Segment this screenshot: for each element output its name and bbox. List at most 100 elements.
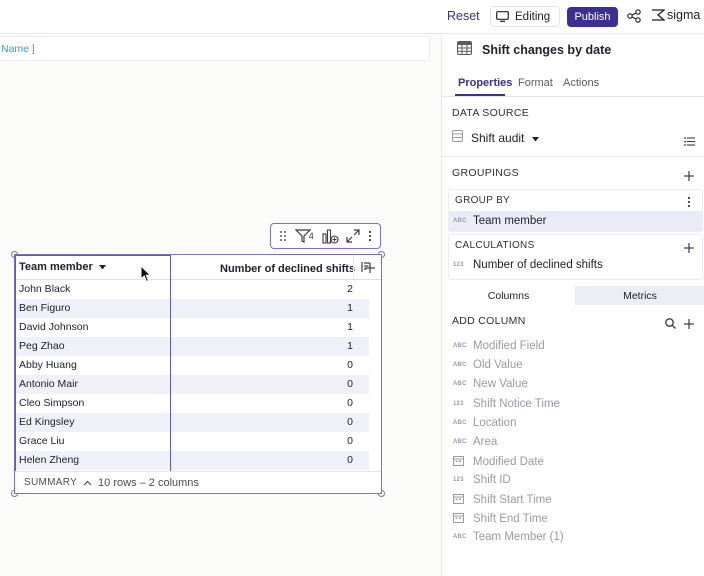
number-type-icon: 123 (453, 262, 464, 268)
search-icon[interactable] (665, 316, 676, 334)
publish-button[interactable]: Publish (567, 7, 618, 27)
field-label: Shift ID (473, 474, 511, 486)
caret-down-icon[interactable] (98, 261, 106, 273)
add-column-plus-icon[interactable] (365, 260, 375, 278)
field-item[interactable]: Shift Start Time (453, 493, 552, 506)
data-source-selector[interactable]: Shift audit (452, 130, 703, 145)
field-item[interactable]: Modified Date (453, 455, 544, 468)
calendar-icon (453, 455, 466, 468)
field-label: New Value (473, 378, 528, 390)
panel-title: Shift changes by date (457, 41, 611, 58)
groupings-label: GROUPINGS (452, 167, 519, 179)
field-item[interactable]: ABC Area (453, 436, 497, 448)
expand-icon[interactable] (346, 229, 360, 243)
cell-declined-shifts: 1 (347, 321, 353, 333)
divider (442, 156, 704, 157)
editing-label: Editing (515, 10, 551, 23)
name-field[interactable]: Name ] (0, 36, 430, 61)
field-label: Shift Notice Time (473, 398, 560, 410)
field-label: Location (473, 417, 517, 429)
reset-button[interactable]: Reset (447, 9, 480, 23)
tab-properties[interactable]: Properties (458, 77, 512, 89)
data-source-label: DATA SOURCE (452, 107, 530, 119)
summary-info: 10 rows – 2 columns (98, 476, 199, 489)
add-calculation-plus-icon[interactable] (684, 240, 694, 258)
table-header: Team member Number of declined shifts (15, 255, 381, 280)
tab-format[interactable]: Format (518, 77, 553, 89)
mouse-cursor-icon (140, 264, 152, 288)
table-row[interactable]: Ben Figuro 1 (15, 299, 369, 318)
table-row[interactable]: Ed Kingsley 0 (15, 413, 369, 432)
field-item[interactable]: ABC New Value (453, 378, 528, 390)
table-row[interactable]: Cleo Simpson 0 (15, 394, 369, 413)
cell-team-member: Ed Kingsley (19, 416, 75, 428)
data-table: Team member Number of declined shifts Jo… (14, 254, 382, 494)
sigma-logo-icon (651, 8, 665, 22)
column-header-label: Team member (19, 261, 93, 273)
add-column-plus-icon[interactable] (684, 316, 694, 334)
cell-declined-shifts: 0 (347, 397, 353, 409)
calculations-label: CALCULATIONS (455, 240, 535, 251)
cell-declined-shifts: 1 (347, 302, 353, 314)
chevron-up-icon[interactable] (83, 477, 92, 489)
calculation-item[interactable]: 123 Number of declined shifts (453, 259, 603, 271)
text-type-icon: ABC (453, 362, 467, 368)
field-label: Team Member (1) (473, 531, 564, 543)
field-item[interactable]: ABC Old Value (453, 359, 523, 371)
table-row[interactable]: Peg Zhao 1 (15, 337, 369, 356)
table-row[interactable]: Helen Zheng 0 (15, 451, 369, 470)
table-row[interactable]: David Johnson 1 (15, 318, 369, 337)
list-view-icon[interactable] (684, 133, 695, 151)
top-bar: Reset Editing Publish sigma (0, 0, 704, 34)
drag-handle-icon[interactable] (279, 230, 287, 242)
panel-title-text: Shift changes by date (482, 42, 612, 57)
summary-toggle[interactable]: SUMMARY (24, 477, 77, 488)
element-toolbar: 4 (270, 223, 381, 249)
cell-team-member: Abby Huang (19, 359, 77, 371)
filter-button[interactable]: 4 (294, 229, 314, 243)
monitor-icon (496, 11, 509, 22)
table-row[interactable]: Antonio Mair 0 (15, 375, 369, 394)
column-header-declined-shifts[interactable]: Number of declined shifts (220, 261, 371, 276)
cell-team-member: Helen Zheng (19, 454, 80, 466)
cell-team-member: Grace Liu (19, 435, 65, 447)
field-item[interactable]: ABC Team Member (1) (453, 531, 564, 543)
cell-declined-shifts: 2 (347, 283, 353, 295)
dataset-icon (452, 130, 463, 145)
share-icon[interactable] (627, 9, 641, 28)
field-item[interactable]: 123 Shift Notice Time (453, 398, 560, 410)
text-type-icon: ABC (453, 439, 467, 445)
field-item[interactable]: Shift End Time (453, 512, 548, 525)
cell-team-member: Peg Zhao (19, 340, 65, 352)
field-label: Shift Start Time (473, 493, 552, 506)
table-icon (457, 41, 472, 58)
calendar-icon (453, 512, 466, 525)
cell-team-member: Antonio Mair (19, 378, 78, 390)
field-label: Old Value (473, 359, 523, 371)
add-chart-icon[interactable] (321, 228, 339, 244)
table-summary-bar: SUMMARY 10 rows – 2 columns (15, 471, 381, 493)
segment-metrics[interactable]: Metrics (575, 286, 704, 305)
field-label: Modified Date (473, 455, 544, 468)
cell-team-member: Ben Figuro (19, 302, 71, 314)
table-row[interactable]: Abby Huang 0 (15, 356, 369, 375)
field-item[interactable]: ABC Modified Field (453, 340, 545, 352)
field-label: Area (473, 436, 498, 448)
cell-declined-shifts: 1 (347, 340, 353, 352)
caret-down-icon (532, 131, 540, 145)
add-grouping-plus-icon[interactable] (684, 168, 694, 186)
table-row[interactable]: John Black 2 (15, 280, 369, 299)
column-header-team-member[interactable]: Team member (19, 261, 106, 273)
cell-team-member: David Johnson (19, 321, 89, 333)
field-item[interactable]: ABC Location (453, 417, 516, 429)
group-by-item[interactable]: ABC Team member (448, 211, 703, 231)
panel-tabs: Properties Format Actions (442, 69, 704, 97)
add-column-label: ADD COLUMN (452, 315, 526, 327)
segment-columns[interactable]: Columns (442, 286, 575, 305)
field-item[interactable]: 123 Shift ID (453, 474, 511, 486)
tab-actions[interactable]: Actions (563, 77, 599, 89)
editing-mode-button[interactable]: Editing (490, 6, 560, 27)
table-row[interactable]: Grace Liu 0 (15, 432, 369, 451)
number-type-icon: 123 (453, 401, 464, 407)
more-options-icon[interactable] (368, 230, 372, 242)
